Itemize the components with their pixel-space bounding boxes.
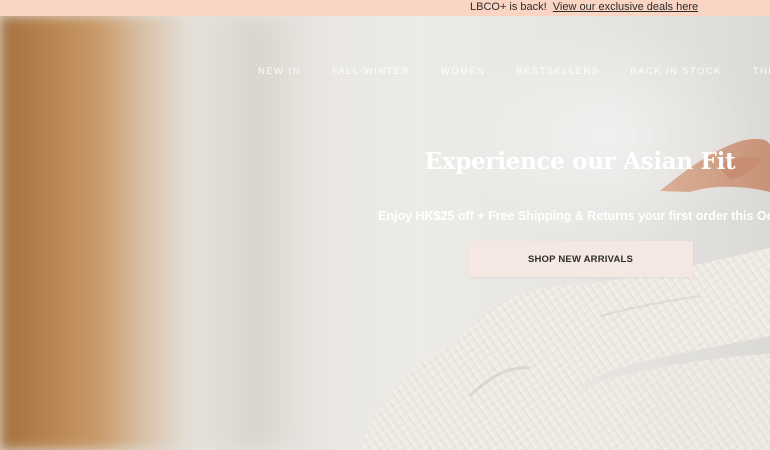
main-navigation: NEW IN FALL-WINTER WOMEN BESTSELLERS BAC… [258,66,770,78]
hero-model-image [360,138,770,450]
nav-item-women[interactable]: WOMEN [441,66,485,78]
nav-item-the-staples[interactable]: THE STAP [753,66,770,78]
shop-new-arrivals-button[interactable]: SHOP NEW ARRIVALS [468,241,693,277]
announcement-bar: LBCO+ is back! View our exclusive deals … [0,0,770,16]
hero-title: Experience our Asian Fit [424,148,736,175]
nav-item-fall-winter[interactable]: FALL-WINTER [332,66,410,78]
exclusive-deals-link[interactable]: View our exclusive deals here [553,1,698,13]
hero-subtitle: Enjoy HK$25 off + Free Shipping & Return… [378,209,770,223]
nav-item-bestsellers[interactable]: BESTSELLERS [516,66,599,78]
hero-banner: NEW IN FALL-WINTER WOMEN BESTSELLERS BAC… [0,16,770,450]
announcement-text: LBCO+ is back! View our exclusive deals … [470,0,698,16]
nav-item-new-in[interactable]: NEW IN [258,66,301,78]
nav-item-back-in-stock[interactable]: BACK IN STOCK [630,66,721,78]
announcement-message: LBCO+ is back! [470,1,547,13]
